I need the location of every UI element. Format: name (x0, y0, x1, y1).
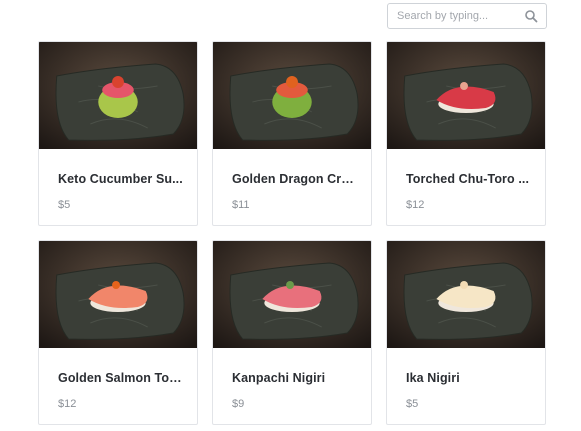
menu-item-price: $12 (406, 199, 425, 211)
menu-item-photo (387, 241, 545, 348)
menu-item-photo (39, 42, 197, 149)
sushi-photo (213, 42, 371, 149)
menu-item-price: $11 (232, 199, 250, 211)
sushi-photo (387, 42, 545, 149)
menu-item-title: Torched Chu-Toro ... (406, 172, 530, 186)
search-box[interactable] (387, 3, 547, 29)
menu-item-card[interactable]: Torched Chu-Toro ... $12 (386, 41, 546, 226)
garnish (460, 82, 468, 90)
garnish (112, 76, 124, 88)
sushi-photo (39, 241, 197, 348)
menu-item-photo (213, 42, 371, 149)
menu-item-photo (387, 42, 545, 149)
menu-item-price: $5 (406, 398, 419, 410)
sushi-photo (39, 42, 197, 149)
search-input[interactable] (388, 4, 527, 28)
menu-item-price: $5 (58, 199, 71, 211)
sushi-photo (213, 241, 371, 348)
search-icon[interactable] (524, 9, 538, 23)
menu-item-card[interactable]: Golden Dragon Cre... $11 (212, 41, 372, 226)
menu-item-card[interactable]: Golden Salmon Tor... $12 (38, 240, 198, 425)
menu-item-card[interactable]: Keto Cucumber Su... $5 (38, 41, 198, 226)
menu-item-price: $12 (58, 398, 77, 410)
garnish (286, 76, 298, 88)
menu-item-title: Ika Nigiri (406, 371, 460, 385)
menu-item-title: Golden Salmon Tor... (58, 371, 183, 385)
sushi-photo (387, 241, 545, 348)
garnish (460, 281, 468, 289)
menu-item-photo (213, 241, 371, 348)
menu-item-photo (39, 241, 197, 348)
menu-item-title: Keto Cucumber Su... (58, 172, 183, 186)
menu-item-title: Golden Dragon Cre... (232, 172, 357, 186)
menu-grid: Keto Cucumber Su... $5 Golden Dragon Cre… (38, 41, 546, 425)
menu-item-title: Kanpachi Nigiri (232, 371, 326, 385)
garnish (112, 281, 120, 289)
menu-item-price: $9 (232, 398, 245, 410)
garnish (286, 281, 294, 289)
menu-item-card[interactable]: Kanpachi Nigiri $9 (212, 240, 372, 425)
menu-item-card[interactable]: Ika Nigiri $5 (386, 240, 546, 425)
